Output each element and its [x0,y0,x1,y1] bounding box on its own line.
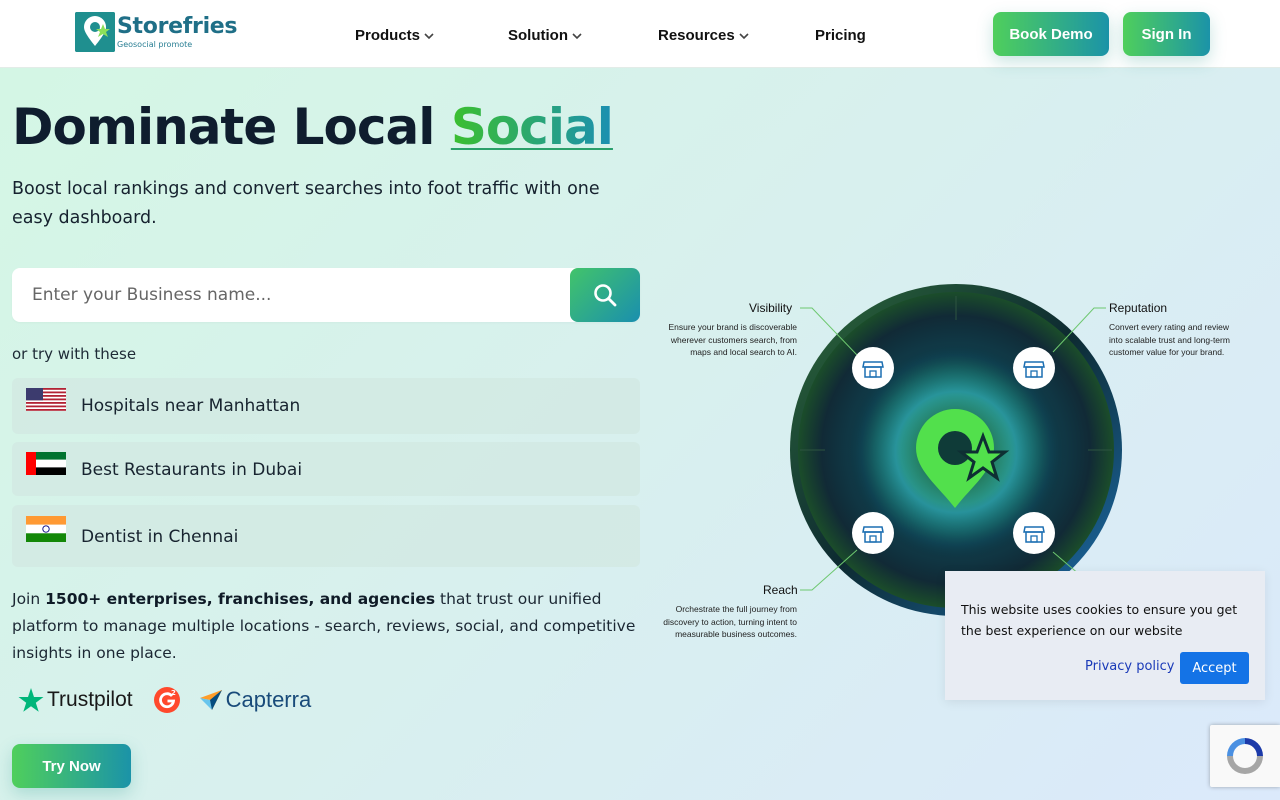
us-flag-icon [26,388,66,411]
try-now-button[interactable]: Try Now [12,744,131,788]
india-flag-icon [26,516,66,542]
hero-title-main: Dominate Local [12,98,435,156]
cookie-banner: This website uses cookies to ensure you … [945,571,1265,700]
svg-text:2: 2 [171,689,176,697]
suggestion-label: Best Restaurants in Dubai [81,460,303,480]
trust-prefix: Join [12,590,46,608]
business-search-input[interactable] [12,268,570,322]
store-icon [852,347,894,389]
capterra-label: Capterra [225,687,312,712]
nav-resources[interactable]: Resources [658,27,750,44]
nav-solution-label: Solution [508,27,568,44]
hero-subtitle: Boost local rankings and convert searche… [12,179,600,228]
trust-statement: Join 1500+ enterprises, franchises, and … [12,586,652,667]
recaptcha-icon [1227,738,1263,774]
suggestion-label: Hospitals near Manhattan [81,396,301,416]
review-logos: Trustpilot 2 Capterra [18,684,311,716]
hero-title-accent[interactable]: Social [451,98,614,156]
cookie-text: This website uses cookies to ensure you … [961,602,1238,638]
g2-logo-icon[interactable]: 2 [153,686,181,714]
chevron-down-icon [739,32,749,39]
reputation-title: Reputation [1109,301,1168,315]
reach-desc: Orchestrate the full journey from discov… [663,604,797,639]
privacy-policy-link[interactable]: Privacy policy [1085,659,1174,674]
site-header: Storefries Geosocial promote Products So… [0,0,1280,68]
accept-cookies-button[interactable]: Accept [1180,652,1249,684]
nav-pricing-label: Pricing [815,27,866,44]
trustpilot-logo[interactable]: Trustpilot [18,687,133,713]
chevron-down-icon [424,32,434,39]
brand-name: Storefries [117,14,238,39]
book-demo-button[interactable]: Book Demo [993,12,1109,56]
suggestions-label: or try with these [12,345,137,363]
reach-title: Reach [763,583,798,597]
visibility-desc: Ensure your brand is discoverable wherev… [668,322,797,357]
nav-resources-label: Resources [658,27,735,44]
brand-logo[interactable]: Storefries Geosocial promote [75,12,238,54]
search-button[interactable] [570,268,640,322]
trustpilot-star-icon [18,688,44,712]
chevron-down-icon [572,32,582,39]
nav-products[interactable]: Products [355,27,435,44]
suggestion-item[interactable]: Hospitals near Manhattan [12,378,640,434]
store-icon [1013,347,1055,389]
suggestion-item[interactable]: Dentist in Chennai [12,505,640,567]
nav-solution[interactable]: Solution [508,27,583,44]
capterra-logo[interactable]: Capterra [199,687,312,713]
nav-products-label: Products [355,27,421,44]
sign-in-button[interactable]: Sign In [1123,12,1210,56]
visibility-title: Visibility [749,301,793,315]
brand-tagline: Geosocial promote [117,40,193,49]
trust-highlight: 1500+ enterprises, franchises, and agenc… [45,590,436,608]
uae-flag-icon [26,452,66,475]
search-icon [594,284,617,307]
reputation-desc: Convert every rating and review into sca… [1109,322,1230,357]
suggestion-item[interactable]: Best Restaurants in Dubai [12,442,640,496]
storefries-logo-icon [75,12,115,52]
suggestion-label: Dentist in Chennai [81,527,239,547]
hero-title: Dominate Local Social [12,98,614,156]
business-search [12,268,640,322]
trustpilot-label: Trustpilot [47,688,133,711]
store-icon [1013,512,1055,554]
recaptcha-badge[interactable] [1210,725,1280,787]
nav-pricing[interactable]: Pricing [815,27,866,44]
capterra-arrow-icon [199,690,222,710]
store-icon [852,512,894,554]
